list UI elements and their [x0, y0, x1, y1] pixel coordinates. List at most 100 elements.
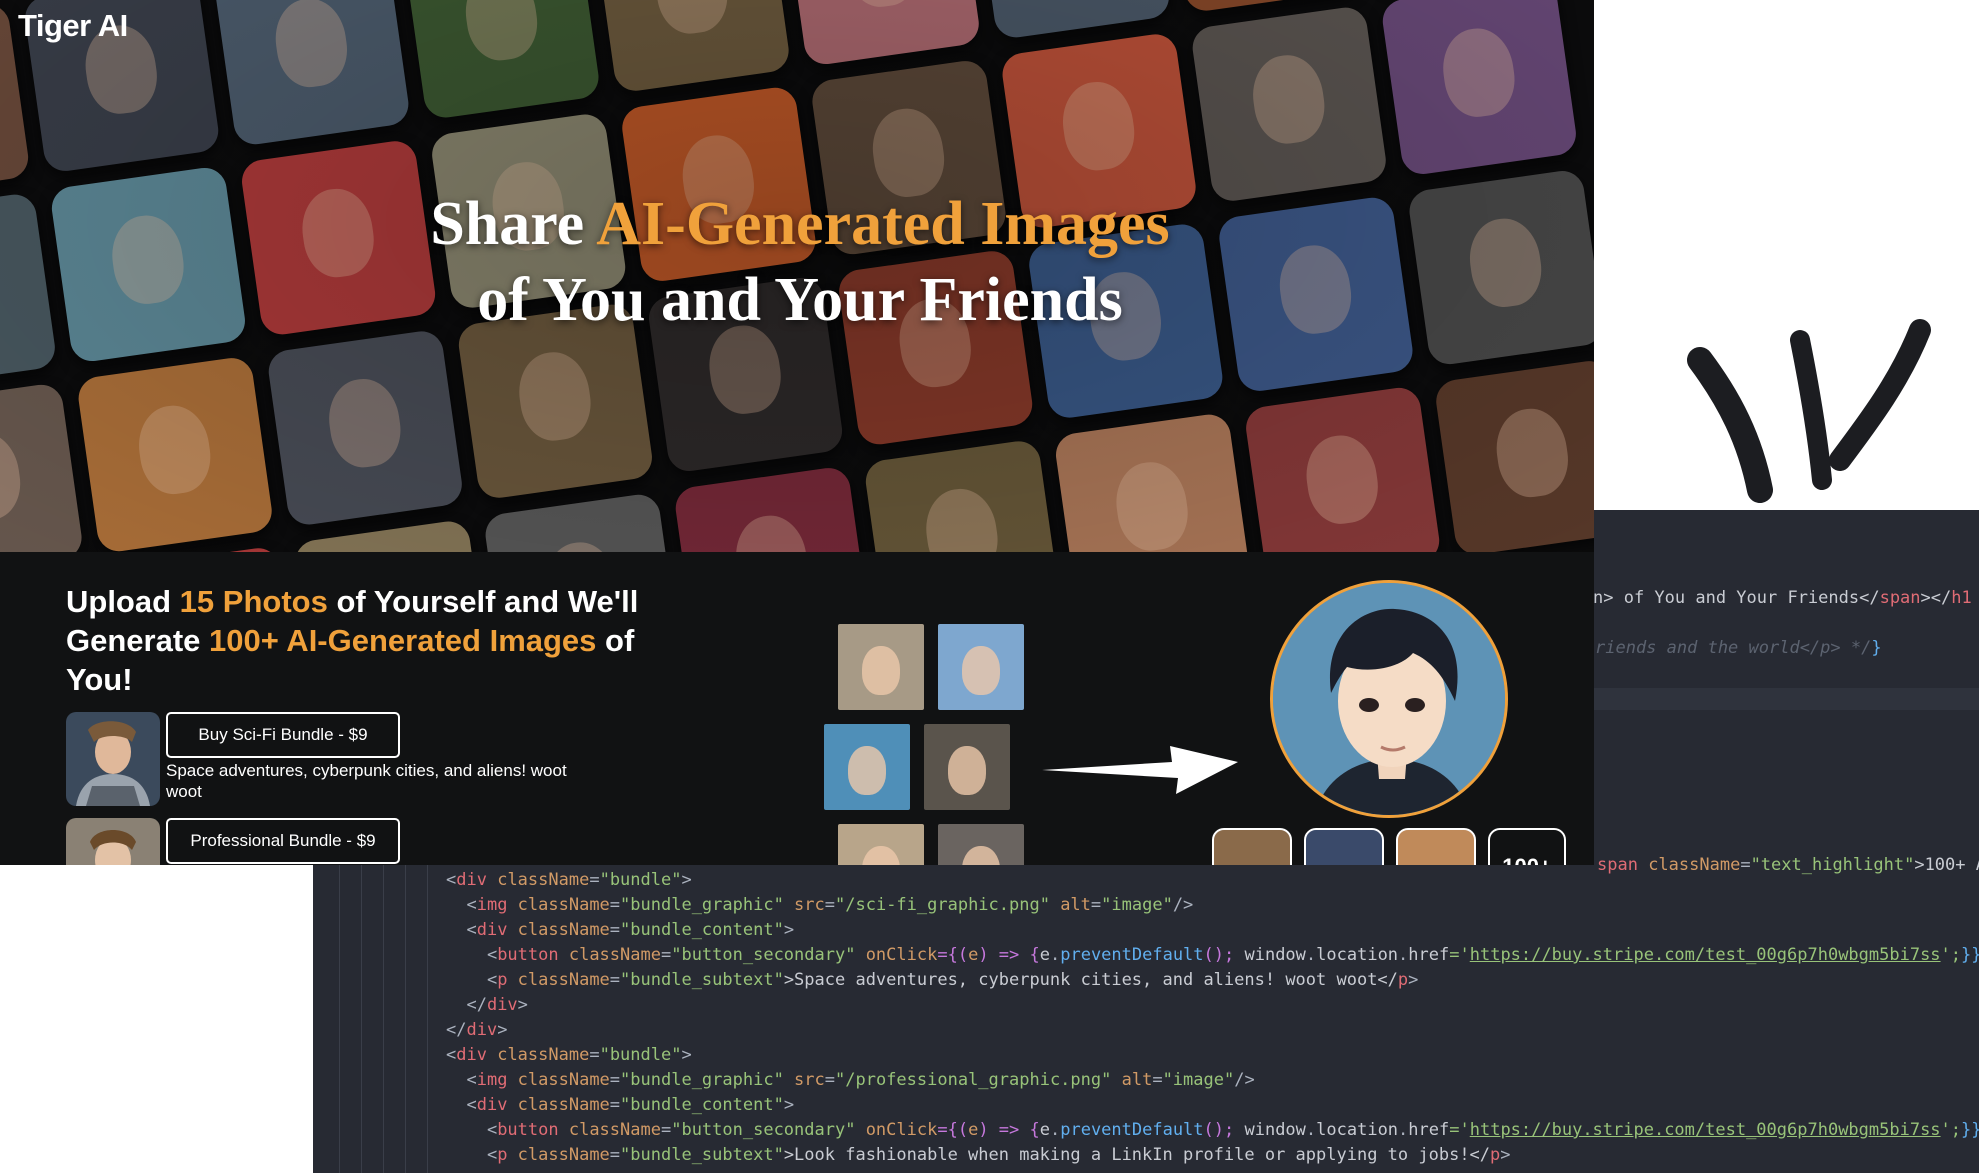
code-token: div	[456, 870, 498, 890]
code-line[interactable]: <div className="bundle">	[446, 1043, 692, 1068]
code-token: div	[476, 920, 518, 940]
code-token: div	[456, 1045, 498, 1065]
code-token: <	[446, 920, 477, 940]
code-token: img	[476, 895, 518, 915]
code-token: ='	[1449, 1120, 1470, 1140]
code-line[interactable]: riends and the world</p> */}	[1595, 636, 1882, 661]
code-token: preventDefault	[1060, 1120, 1204, 1140]
hero-title-highlight: AI-Generated Images	[596, 190, 1170, 258]
code-token: alt	[1060, 895, 1091, 915]
code-token: <	[446, 895, 477, 915]
upload-heading: Upload 15 Photos of Yourself and We'll G…	[66, 582, 706, 699]
code-token: window	[1244, 945, 1306, 965]
code-token: "/sci-fi_graphic.png"	[835, 895, 1061, 915]
sci-fi-bundle-subtext: Space adventures, cyberpunk cities, and …	[166, 761, 567, 801]
code-token: <	[446, 1120, 498, 1140]
code-token: >	[517, 995, 528, 1015]
code-token: src	[794, 895, 825, 915]
code-token: =	[589, 1045, 600, 1065]
bundle-sci-fi: Buy Sci-Fi Bundle - $9 Space adventures,…	[66, 712, 686, 808]
code-token: =	[1090, 895, 1102, 915]
uploaded-photo	[924, 724, 1010, 810]
code-token: <	[446, 945, 498, 965]
uploaded-photo	[838, 824, 924, 865]
more-results-badge: 100+	[1488, 828, 1566, 865]
code-token: .	[1049, 1120, 1061, 1140]
code-token: ='	[1449, 945, 1470, 965]
code-line[interactable]: <div className="bundle">	[446, 868, 692, 893]
hero-section: Tiger AI Share AI-Generated Images of Yo…	[0, 0, 1594, 552]
professional-bundle-button[interactable]: Professional Bundle - $9	[166, 818, 400, 864]
code-token: div	[476, 1095, 518, 1115]
code-token: e	[968, 1120, 979, 1140]
code-token: >	[1408, 970, 1419, 990]
result-thumbnail	[1212, 828, 1292, 865]
code-token: "image"	[1162, 1070, 1235, 1090]
site-logo[interactable]: Tiger AI	[18, 8, 128, 44]
code-token: span	[1879, 588, 1921, 608]
code-token: <	[446, 1045, 457, 1065]
code-token: .	[1398, 945, 1409, 965]
sci-fi-bundle-graphic	[66, 712, 160, 806]
code-line[interactable]: <div className="bundle_content">	[446, 1093, 794, 1118]
code-token: location	[1316, 945, 1399, 965]
code-token: ={(	[937, 1120, 969, 1140]
code-token: href	[1408, 945, 1450, 965]
code-token: ';	[1940, 945, 1962, 965]
code-token: className	[497, 1045, 590, 1065]
code-token: "bundle_graphic"	[620, 895, 795, 915]
code-line[interactable]: <p className="bundle_subtext">Look fashi…	[446, 1143, 1511, 1168]
code-line[interactable]: <img className="bundle_graphic" src="/sc…	[446, 893, 1193, 918]
code-token: e	[1039, 945, 1050, 965]
code-line[interactable]: <button className="button_secondary" onC…	[446, 943, 1979, 968]
code-token: .	[1398, 1120, 1409, 1140]
result-thumbnail	[1304, 828, 1384, 865]
buy-sci-fi-bundle-button[interactable]: Buy Sci-Fi Bundle - $9	[166, 712, 400, 758]
code-token: div	[466, 1020, 498, 1040]
code-token: className	[568, 1120, 661, 1140]
hero-title-part1: Share	[430, 190, 597, 258]
code-token: className	[497, 870, 590, 890]
code-token: e	[968, 945, 979, 965]
code-token: className	[1648, 855, 1741, 875]
code-token[interactable]: https://buy.stripe.com/test_00g6p7h0wbgm…	[1470, 945, 1941, 965]
code-token: "bundle_subtext"	[620, 1145, 784, 1165]
code-token: =	[609, 895, 621, 915]
code-token: >	[783, 1095, 795, 1115]
code-token: />	[1234, 1070, 1255, 1090]
code-line[interactable]: <button className="button_secondary" onC…	[446, 1118, 1979, 1143]
code-line[interactable]: <img className="bundle_graphic" src="/pr…	[446, 1068, 1255, 1093]
code-line[interactable]: span className="text_highlight">100+ AI	[1597, 853, 1979, 878]
code-token: p	[1490, 1145, 1501, 1165]
code-token: </	[446, 1020, 467, 1040]
code-token: >100+ AI	[1914, 855, 1979, 875]
code-token: riends and the world</p> */	[1595, 638, 1872, 658]
code-token: "bundle_subtext"	[620, 970, 784, 990]
code-token: =	[609, 1145, 621, 1165]
code-line[interactable]: n> of You and Your Friends</span></h1	[1593, 586, 1972, 611]
code-token: ) => {	[978, 1120, 1040, 1140]
code-token: p	[497, 970, 518, 990]
code-line[interactable]: </div>	[446, 993, 528, 1018]
bundle-professional: Professional Bundle - $9	[66, 818, 686, 865]
code-token: "button_secondary"	[671, 945, 866, 965]
code-token: className	[568, 945, 661, 965]
code-token: className	[517, 970, 610, 990]
code-token: }	[1871, 638, 1882, 658]
code-token: >Space adventures, cyberpunk cities, and…	[783, 970, 1398, 990]
code-token: ();	[1203, 1120, 1245, 1140]
code-line[interactable]: <div className="bundle_content">	[446, 918, 794, 943]
uploaded-photo	[938, 824, 1024, 865]
code-line[interactable]: <p className="bundle_subtext">Space adve…	[446, 968, 1418, 993]
code-token: href	[1408, 1120, 1450, 1140]
code-token: "bundle"	[599, 1045, 682, 1065]
code-line[interactable]: </div>	[446, 1018, 507, 1043]
result-thumbnail	[1396, 828, 1476, 865]
code-token: </	[446, 995, 487, 1015]
code-token: <	[446, 1095, 477, 1115]
code-token: <	[446, 1145, 498, 1165]
code-token[interactable]: https://buy.stripe.com/test_00g6p7h0wbgm…	[1470, 1120, 1941, 1140]
code-token: ();	[1203, 945, 1245, 965]
code-token: className	[517, 920, 610, 940]
uploaded-photo	[838, 624, 924, 710]
